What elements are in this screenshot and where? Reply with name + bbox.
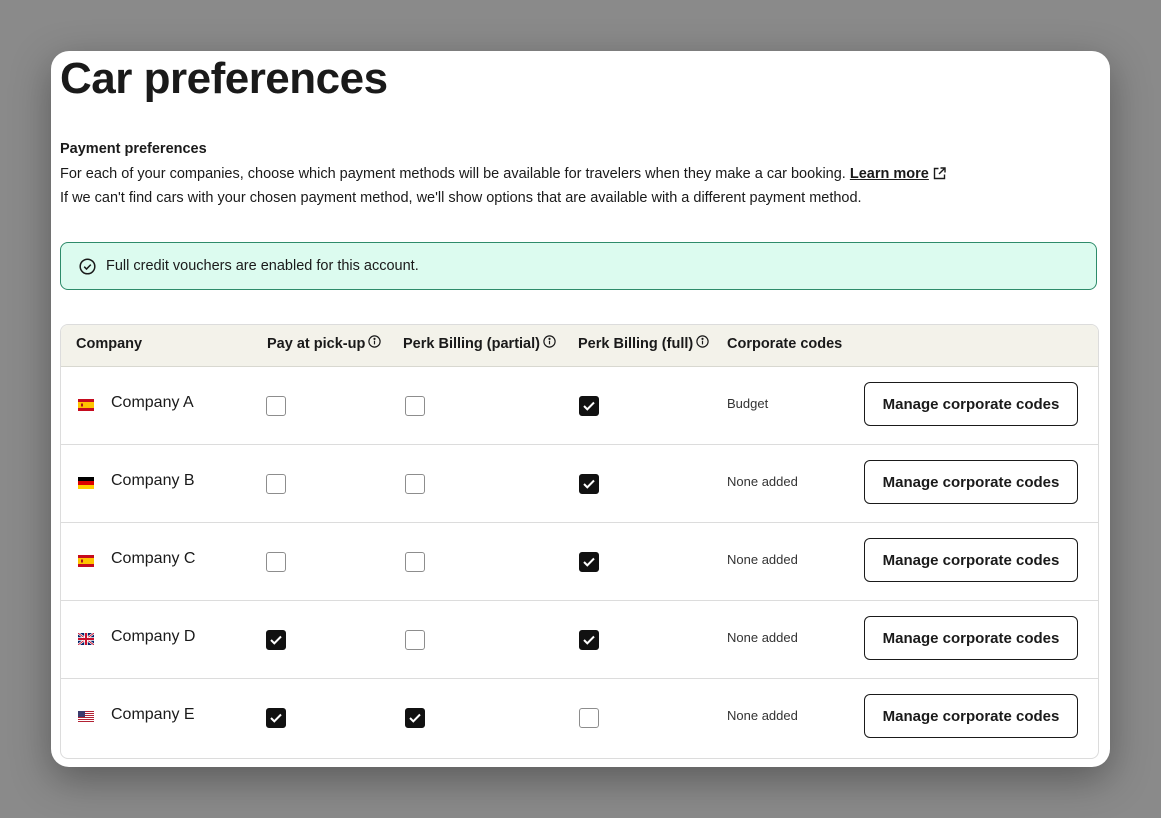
- corporate-codes-value: None added: [727, 630, 798, 645]
- pay-at-pickup-checkbox[interactable]: [266, 708, 286, 728]
- info-icon[interactable]: [543, 335, 556, 348]
- banner-text: Full credit vouchers are enabled for thi…: [106, 258, 419, 274]
- manage-corporate-codes-button[interactable]: Manage corporate codes: [864, 616, 1078, 660]
- uk-flag-icon: [77, 632, 95, 646]
- section-label: Payment preferences: [60, 141, 207, 157]
- description-text: For each of your companies, choose which…: [60, 166, 846, 182]
- perk-partial-checkbox[interactable]: [405, 474, 425, 494]
- description-line-1: For each of your companies, choose which…: [60, 164, 946, 186]
- car-preferences-modal: Car preferences Payment preferences For …: [51, 51, 1110, 767]
- header-perk-full: Perk Billing (full): [578, 335, 709, 352]
- manage-corporate-codes-button[interactable]: Manage corporate codes: [864, 460, 1078, 504]
- corporate-codes-value: None added: [727, 552, 798, 567]
- perk-full-checkbox[interactable]: [579, 630, 599, 650]
- manage-corporate-codes-button[interactable]: Manage corporate codes: [864, 382, 1078, 426]
- table-header: Company Pay at pick-up Perk Billing (par…: [61, 325, 1098, 367]
- perk-partial-checkbox[interactable]: [405, 396, 425, 416]
- info-icon[interactable]: [368, 335, 382, 348]
- table-row: Company A Budget Manage corporate codes: [61, 367, 1098, 445]
- page-title: Car preferences: [60, 54, 388, 103]
- perk-full-checkbox[interactable]: [579, 708, 599, 728]
- header-label: Pay at pick-up: [267, 336, 366, 352]
- description-line-2: If we can't find cars with your chosen p…: [60, 190, 862, 206]
- table-body: Company A Budget Manage corporate codes Com…: [61, 367, 1098, 757]
- company-name: Company D: [111, 628, 196, 645]
- us-flag-icon: [78, 710, 94, 723]
- table-row: Company E None added Manage corporate code…: [61, 679, 1098, 757]
- header-perk-partial: Perk Billing (partial): [403, 335, 556, 352]
- info-banner: Full credit vouchers are enabled for thi…: [60, 242, 1097, 290]
- header-corporate-codes: Corporate codes: [727, 336, 843, 352]
- header-label: Perk Billing (partial): [403, 336, 540, 352]
- germany-flag-icon: [78, 476, 94, 489]
- company-name: Company C: [111, 550, 196, 567]
- corporate-codes-value: None added: [727, 708, 798, 723]
- manage-corporate-codes-button[interactable]: Manage corporate codes: [864, 694, 1078, 738]
- learn-more-link[interactable]: Learn more: [850, 166, 929, 182]
- perk-full-checkbox[interactable]: [579, 474, 599, 494]
- perk-full-checkbox[interactable]: [579, 552, 599, 572]
- table-row: Company B None added Manage corporate code…: [61, 445, 1098, 523]
- perk-partial-checkbox[interactable]: [405, 552, 425, 572]
- payment-table: Company Pay at pick-up Perk Billing (par…: [60, 324, 1099, 759]
- header-label: Perk Billing (full): [578, 336, 694, 352]
- header-pay-at-pickup: Pay at pick-up: [267, 335, 382, 352]
- pay-at-pickup-checkbox[interactable]: [266, 552, 286, 572]
- external-link-icon[interactable]: [933, 166, 946, 186]
- company-name: Company B: [111, 472, 195, 489]
- table-row: Company D None added Manage corporate code…: [61, 601, 1098, 679]
- perk-full-checkbox[interactable]: [579, 396, 599, 416]
- perk-partial-checkbox[interactable]: [405, 708, 425, 728]
- company-name: Company E: [111, 706, 195, 723]
- pay-at-pickup-checkbox[interactable]: [266, 474, 286, 494]
- company-name: Company A: [111, 394, 194, 411]
- check-circle-icon: [79, 257, 96, 275]
- corporate-codes-value: None added: [727, 474, 798, 489]
- info-icon[interactable]: [696, 335, 709, 348]
- table-row: Company C None added Manage corporate code…: [61, 523, 1098, 601]
- corporate-codes-value: Budget: [727, 396, 769, 411]
- spain-flag-icon: [78, 554, 94, 567]
- header-company: Company: [76, 336, 143, 352]
- perk-partial-checkbox[interactable]: [405, 630, 425, 650]
- spain-flag-icon: [78, 398, 94, 411]
- pay-at-pickup-checkbox[interactable]: [266, 396, 286, 416]
- manage-corporate-codes-button[interactable]: Manage corporate codes: [864, 538, 1078, 582]
- pay-at-pickup-checkbox[interactable]: [266, 630, 286, 650]
